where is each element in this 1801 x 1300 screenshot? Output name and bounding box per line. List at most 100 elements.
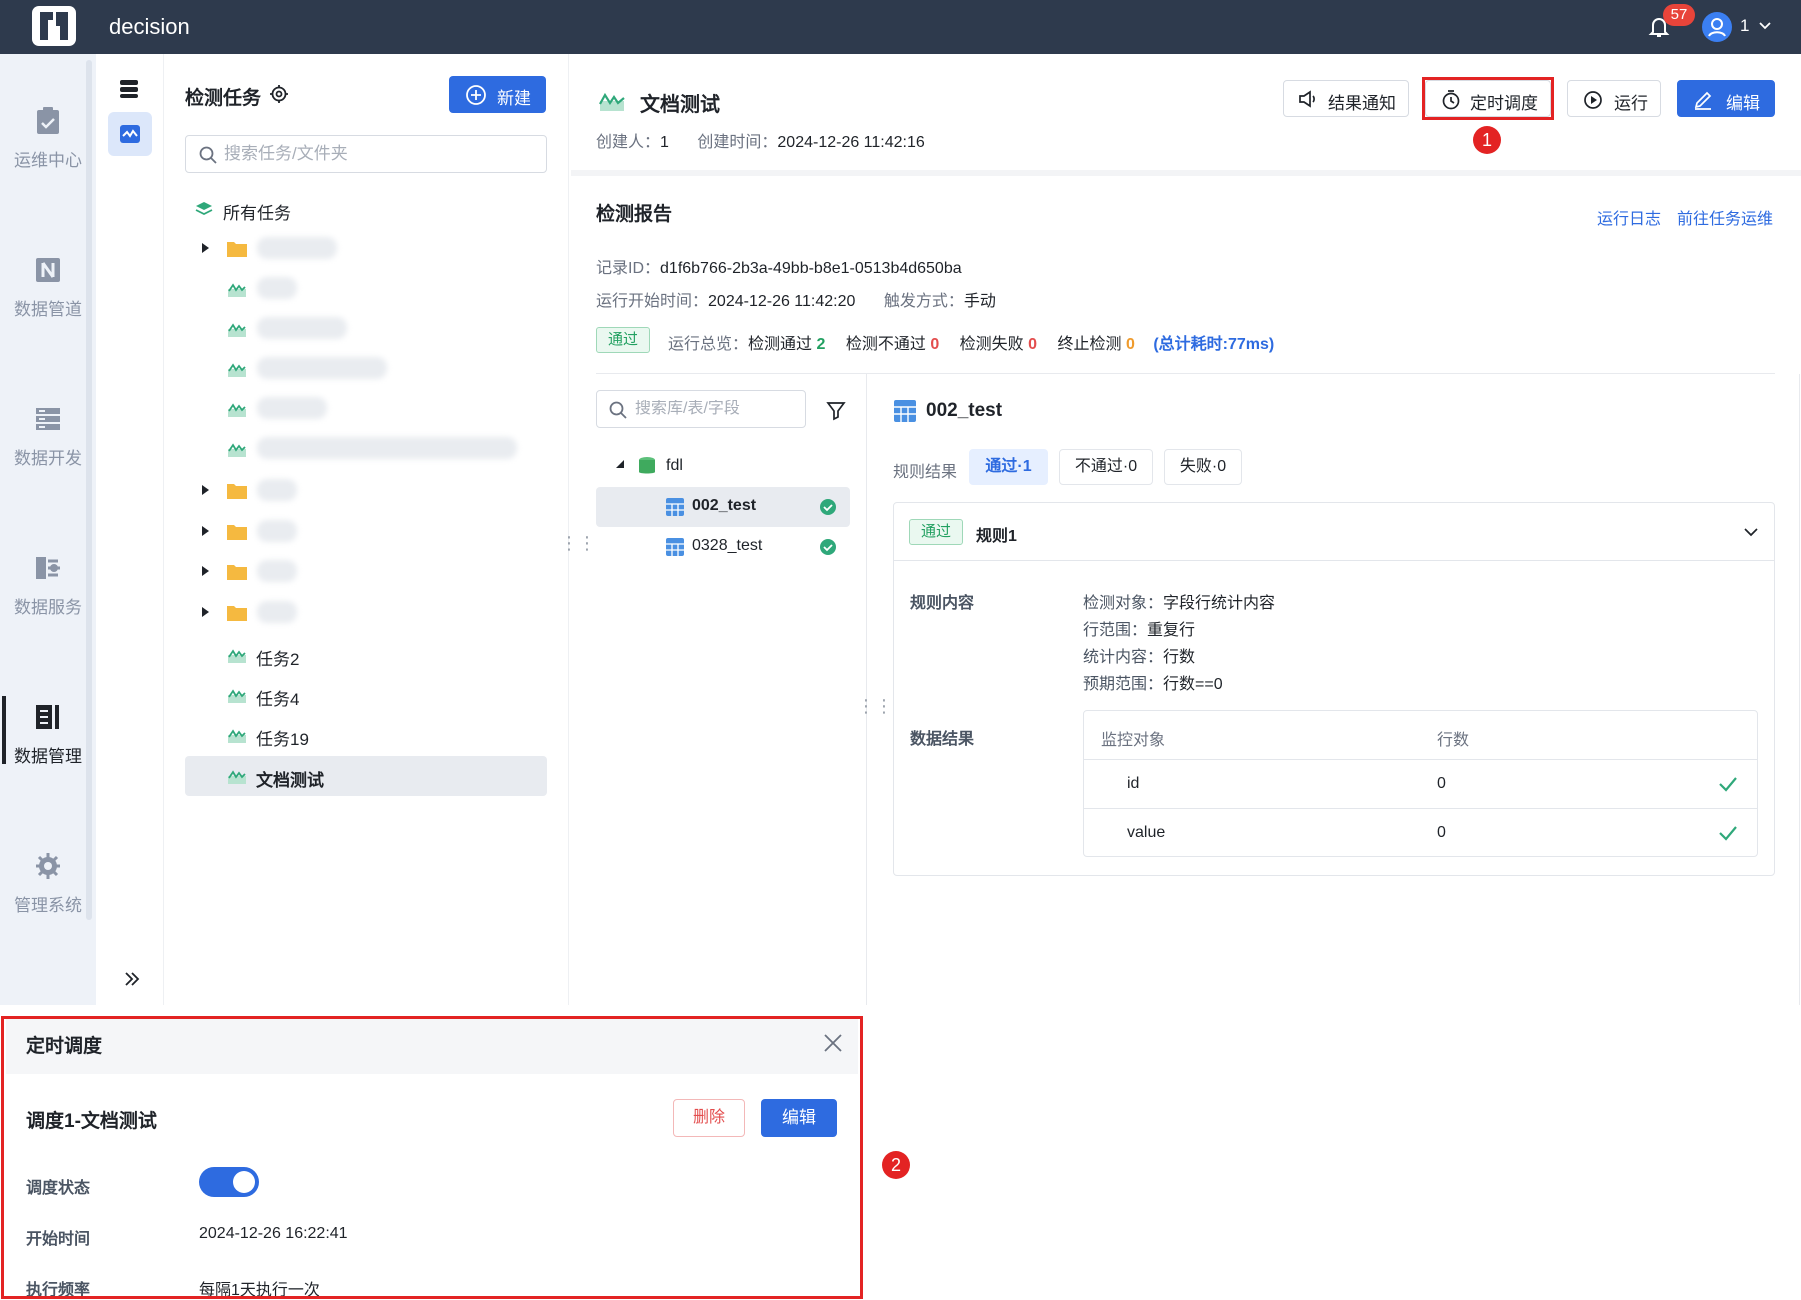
fail-label: 检测不通过 [845, 336, 926, 353]
tree-task[interactable] [185, 429, 547, 469]
tree-folder[interactable] [185, 552, 547, 592]
settings-icon[interactable] [269, 84, 289, 104]
user-avatar[interactable] [1702, 12, 1732, 42]
pipeline-icon [34, 255, 62, 285]
table-node[interactable]: 0328_test [596, 527, 850, 567]
task-label: 任务4 [256, 690, 300, 709]
filter-chip-error[interactable]: 失败·0 [1164, 449, 1242, 485]
app-logo[interactable] [32, 6, 76, 46]
user-name[interactable]: 1 [1740, 16, 1749, 36]
section-divider [571, 170, 1801, 176]
quality-check-nav-button[interactable] [108, 112, 152, 156]
nav-label: 数据服务 [14, 598, 82, 617]
table-header: 监控对象 行数 [1084, 711, 1757, 760]
tree-folder[interactable] [185, 512, 547, 552]
nav-item-admin[interactable]: 管理系统 [0, 827, 96, 947]
record-id-value: d1f6b766-2b3a-49bb-b8e1-0513b4d650ba [660, 260, 962, 277]
col-monitor-object: 监控对象 [1101, 732, 1166, 749]
database-icon[interactable] [117, 76, 141, 100]
chevron-down-icon[interactable] [1757, 18, 1773, 34]
filter-chip-pass[interactable]: 通过·1 [969, 449, 1048, 485]
new-task-button[interactable]: 新建 [449, 76, 546, 113]
task-label: 文档测试 [256, 771, 324, 790]
run-start: 运行开始时间：2024-12-26 11:42:20 触发方式：手动 [596, 287, 996, 311]
nav-label: 数据管理 [14, 747, 82, 766]
tree-task[interactable] [185, 349, 547, 389]
tree-task[interactable] [185, 309, 547, 349]
tree-folder[interactable] [185, 593, 547, 633]
task-icon [228, 689, 246, 703]
nav-item-service[interactable]: 数据服务 [0, 529, 96, 649]
db-node[interactable]: fdl [612, 455, 852, 477]
resize-handle[interactable]: ⋮⋮ [857, 696, 893, 717]
tree-task-selected[interactable]: 文档测试 [185, 756, 547, 796]
table-label: 0328_test [692, 537, 763, 554]
nav-item-data-management[interactable]: 数据管理 [0, 678, 96, 798]
secondary-nav [96, 54, 164, 1005]
task-search[interactable] [185, 135, 547, 173]
table-node-selected[interactable]: 002_test [596, 487, 850, 527]
cell-value: 0 [1437, 775, 1446, 792]
table-icon [666, 498, 684, 516]
tree-task[interactable]: 任务4 [185, 675, 547, 715]
search-icon [199, 146, 217, 164]
tree-task[interactable] [185, 269, 547, 309]
object-search[interactable] [596, 390, 806, 428]
expand-sidebar-icon[interactable] [121, 968, 143, 990]
task-icon [228, 323, 246, 337]
db-label: fdl [666, 457, 683, 474]
filter-chip-fail[interactable]: 不通过·0 [1059, 449, 1153, 485]
redacted-name [257, 520, 297, 542]
app-name: decision [109, 14, 190, 39]
task-icon [228, 770, 246, 784]
tree-root[interactable]: 所有任务 [185, 189, 547, 229]
chevron-down-icon [1744, 528, 1758, 537]
redacted-name [257, 560, 297, 582]
tree-folder[interactable] [185, 471, 547, 511]
run-log-link[interactable]: 运行日志 [1597, 205, 1661, 229]
folder-icon [227, 484, 247, 499]
created-value: 2024-12-26 11:42:16 [777, 134, 925, 151]
object-search-input[interactable] [635, 400, 795, 418]
creator-value: 1 [660, 134, 669, 151]
rule-key: 检测对象： [1083, 595, 1164, 612]
rule-value: 行数==0 [1163, 676, 1223, 693]
notification-badge: 57 [1663, 4, 1695, 26]
nav-item-pipeline[interactable]: 数据管道 [0, 231, 96, 351]
resize-handle[interactable]: ⋮⋮ [560, 533, 596, 554]
rule-content-line: 统计内容：行数 [1083, 643, 1195, 667]
data-management-icon [34, 702, 62, 732]
tree-root-label: 所有任务 [223, 204, 291, 223]
nav-item-ops[interactable]: 运维中心 [0, 82, 96, 202]
tree-task[interactable]: 任务2 [185, 635, 547, 675]
created-label: 创建时间： [697, 134, 778, 151]
tree-folder[interactable] [185, 229, 547, 269]
caret-right-icon [202, 566, 209, 576]
pencil-icon [1694, 91, 1712, 110]
task-search-input[interactable] [224, 144, 524, 164]
record-id: 记录ID：d1f6b766-2b3a-49bb-b8e1-0513b4d650b… [596, 254, 962, 278]
redacted-name [257, 237, 337, 259]
nav-label: 运维中心 [14, 151, 82, 170]
rule-content-label: 规则内容 [910, 595, 975, 612]
task-icon [228, 283, 246, 297]
col-row-count: 行数 [1437, 732, 1470, 749]
top-bar [0, 0, 1801, 54]
run-button[interactable]: 运行 [1567, 80, 1661, 117]
rule-value: 行数 [1163, 649, 1196, 666]
edit-button[interactable]: 编辑 [1677, 80, 1775, 117]
plus-circle-icon [466, 85, 486, 105]
rule-content-line: 检测对象：字段行统计内容 [1083, 589, 1275, 613]
tree-task[interactable] [185, 389, 547, 429]
filter-icon[interactable] [825, 399, 847, 421]
tree-task[interactable]: 任务19 [185, 715, 547, 755]
folder-icon [227, 606, 247, 621]
rule-card-header[interactable]: 通过 规则1 [894, 503, 1774, 561]
result-notify-button[interactable]: 结果通知 [1283, 80, 1409, 117]
task-ops-link[interactable]: 前往任务运维 [1677, 205, 1773, 229]
creator-label: 创建人： [596, 134, 661, 151]
task-icon [228, 649, 246, 663]
overview-label: 运行总览： [668, 336, 749, 353]
nav-item-dev[interactable]: 数据开发 [0, 380, 96, 500]
table-label: 002_test [692, 497, 757, 514]
